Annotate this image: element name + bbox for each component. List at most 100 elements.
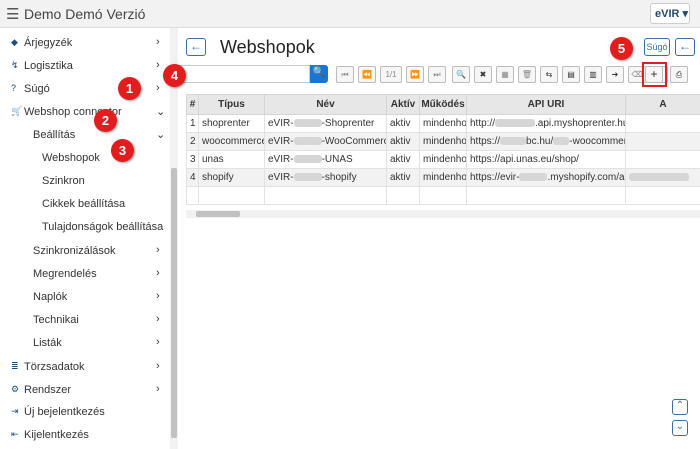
sidebar-item-szinkron[interactable]: Szinkron [0,171,170,193]
sidebar-item-label: Rendszer [24,384,72,396]
sidebar-item-tulajdonságok-beállítása[interactable]: Tulajdonságok beállítása [0,217,170,239]
table-horizontal-scrollbar[interactable] [186,210,700,218]
cell-active: aktiv [386,114,420,133]
cell-name: eVIR- -UNAS [264,150,387,169]
sidebar-item-label: Törzsadatok [24,361,85,373]
sidebar-item-webshop-connector[interactable]: 🛒 Webshop connector ⌄ [0,102,170,124]
sidebar-item-beállítás[interactable]: Beállítás ⌄ [0,125,170,147]
cell-text: mindenhol [423,172,467,183]
calculator-button[interactable]: ▦ [496,66,514,83]
sidebar-item-label: Megrendelés [33,268,97,280]
cell-text: -Shoprenter [321,118,375,129]
table-row[interactable]: 4 shopify eVIR- -shopify aktiv mindenhol https… [186,168,700,187]
sidebar-item-webshopok[interactable]: Webshopok [0,148,170,170]
delete-button[interactable]: 🗑 [518,66,536,83]
sidebar-item-naplók[interactable]: Naplók › [0,287,170,309]
column-header[interactable]: Típus [198,94,265,115]
search-button[interactable]: 🔍 [310,65,328,83]
evir-logo[interactable]: eVIR ▾ [650,3,690,24]
cell-name: eVIR- -shopify [264,168,387,187]
copy-document-button[interactable]: ▥ [584,66,602,83]
sidebar-item-logisztika[interactable]: ↯ Logisztika › [0,56,170,78]
sidebar-scroll-thumb[interactable] [171,168,177,438]
filter-clear-button[interactable]: ✖ [474,66,492,83]
cell-extra [625,168,700,187]
column-header[interactable]: Aktív [386,94,420,115]
cell-text: 4 [190,172,196,183]
table-header-row: # Típus Név Aktív Működés API URI A [186,94,700,115]
table-row[interactable]: 2 woocommerceeVIR- -WooCommerce aktiv minden… [186,132,700,151]
redacted-text [293,119,322,128]
sidebar-item-technikai[interactable]: Technikai › [0,310,170,332]
chevron-down-icon: ⌄ [675,421,685,432]
cell-text: mindenhol [423,118,467,129]
cell-text: bc.hu/ [526,136,554,147]
chevron-right-icon: › [156,267,160,279]
print-button[interactable]: ⎙ [670,66,688,83]
exit-button[interactable]: ← [675,38,695,56]
callout-3: 3 [111,139,134,162]
column-header[interactable]: A [625,94,700,115]
sidebar-item-label: Naplók [33,291,68,303]
sidebar-item-label: Beállítás [33,129,76,141]
sidebar-item-kijelentkezés[interactable]: ⇤ Kijelentkezés [0,425,170,447]
sidebar-item-listák[interactable]: Listák › [0,333,170,355]
cell-extra [625,114,700,133]
transfer-button[interactable]: ⇆ [540,66,558,83]
chevron-down-icon: ⌄ [156,129,166,141]
sidebar-item-label: Árjegyzék [24,37,73,49]
document-button[interactable]: ▤ [562,66,580,83]
cell-index: 3 [186,150,199,169]
column-header[interactable]: API URI [466,94,626,115]
sidebar-item-rendszer[interactable]: ⚙ Rendszer › [0,380,170,402]
table-scroll-thumb[interactable] [196,211,240,217]
sidebar-item-új-bejelentkezés[interactable]: ⇥ Új bejelentkezés [0,402,170,424]
search-input[interactable] [178,65,310,83]
column-header[interactable]: Működés [419,94,467,115]
redacted-text [495,119,536,128]
magnifier-button[interactable]: 🔍 [452,66,470,83]
chevron-right-icon: › [156,336,160,348]
sidebar: ◆ Árjegyzék › ↯ Logisztika ›? Súgó › 🛒 Webshop co… [0,28,170,449]
app-title: Demo Demó Verzió [24,6,146,22]
logo-text: eVIR [655,8,680,20]
cell-text: eVIR- [268,172,294,183]
sidebar-item-label: Cikkek beállítása [42,198,126,210]
sidebar-item-súgó[interactable]: ? Súgó › [0,79,170,101]
first-page-button[interactable]: ⏮ [336,66,354,83]
sidebar-item-cikkek-beállítása[interactable]: Cikkek beállítása [0,194,170,216]
chevron-right-icon: › [156,82,160,94]
callout-5: 5 [610,37,633,60]
cell-text: shopify [202,172,234,183]
cell-text: -UNAS [321,154,353,165]
back-button[interactable]: ← [186,38,206,56]
redacted-text [500,137,527,146]
prev-page-button[interactable]: ⏪ [358,66,376,83]
export-button[interactable]: ➔ [606,66,624,83]
sidebar-item-megrendelés[interactable]: Megrendelés › [0,264,170,286]
table-row[interactable]: 3 unas eVIR- -UNAS aktiv mindenhol https://api… [186,150,700,169]
help-button[interactable]: Súgó [644,38,670,56]
table-row[interactable]: 1 shoprenter eVIR- -Shoprenter aktiv mindenho… [186,114,700,133]
last-page-button[interactable]: ⏭ [428,66,446,83]
sidebar-item-árjegyzék[interactable]: ◆ Árjegyzék › [0,33,170,55]
hamburger-menu-icon[interactable]: ☰ [6,5,19,23]
sidebar-item-szinkronizálások[interactable]: Szinkronizálások › [0,241,170,263]
cell-text: unas [202,154,224,165]
cell-extra [625,150,700,169]
sidebar-item-törzsadatok[interactable]: ≣ Törzsadatok › [0,357,170,379]
scroll-down-button[interactable]: ⌄ [672,420,688,436]
cell-api-uri: https:// bc.hu/ -woocommerce/ [466,132,626,151]
empty-cell [419,186,467,205]
sign-out-icon: ⇤ [11,429,19,439]
cell-index: 1 [186,114,199,133]
help-icon: ? [11,83,17,93]
cell-text: 2 [190,136,196,147]
column-header[interactable]: # [186,94,199,115]
cell-index: 4 [186,168,199,187]
next-page-button[interactable]: ⏩ [406,66,424,83]
scroll-up-button[interactable]: ⌃ [672,399,688,415]
column-header[interactable]: Név [264,94,387,115]
chevron-up-icon: ⌃ [675,400,685,411]
cell-api-uri: http:// .api.myshoprenter.hu [466,114,626,133]
